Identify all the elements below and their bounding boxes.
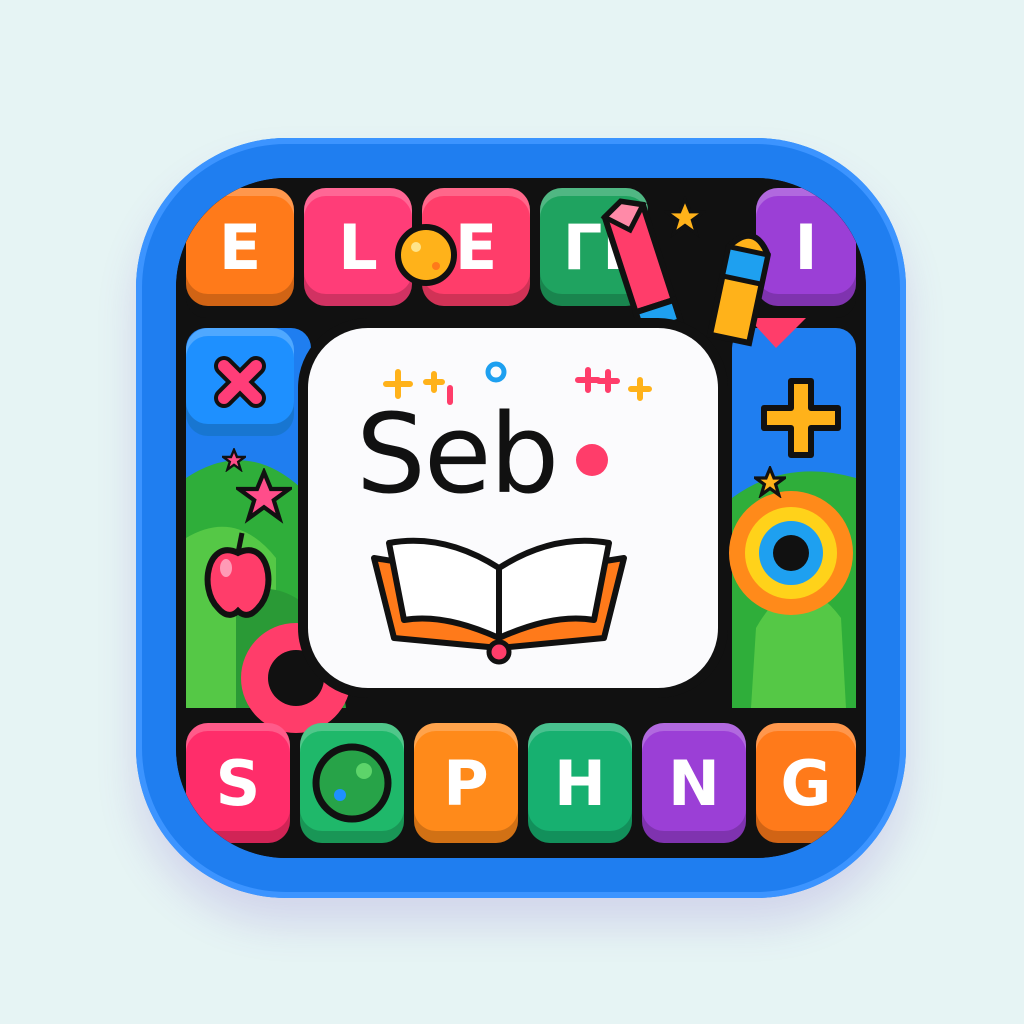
tile-bottom-1[interactable]: S [186,723,290,843]
tile-bottom-5[interactable]: N [642,723,746,843]
tile-bottom-1-letter: S [215,746,261,820]
globe-icon [312,743,392,823]
plus-icon [761,378,841,458]
logo-card[interactable]: Seb [308,328,718,688]
ball-icon [395,224,457,286]
app-icon-inner: E L E ГІ I Seb S P H N G [176,178,866,858]
tile-top-1[interactable]: E [186,188,294,306]
tile-bottom-6-letter: G [780,746,832,820]
close-icon [214,356,266,408]
tile-top-2-letter: L [338,210,378,284]
dot-icon [576,444,608,476]
tile-bottom-2[interactable] [300,723,404,843]
apple-icon [204,532,272,618]
tile-top-5-letter: I [794,210,818,284]
star-icon [222,448,246,472]
app-icon[interactable]: E L E ГІ I Seb S P H N G [136,138,906,898]
tile-bottom-4-letter: H [554,746,606,820]
crayon-icon [706,232,771,347]
rainbow-ring [729,491,853,615]
tile-bottom-3[interactable]: P [414,723,518,843]
tile-bottom-5-letter: N [668,746,720,820]
tile-top-1-letter: E [218,210,262,284]
star-icon [664,196,706,238]
tile-bottom-3-letter: P [443,746,489,820]
open-book-icon [371,537,627,665]
star-icon [236,468,292,524]
close-tile[interactable] [186,328,294,436]
tile-bottom-4[interactable]: H [528,723,632,843]
tile-top-3-letter: E [454,210,498,284]
tile-bottom-6[interactable]: G [756,723,856,843]
sparkles-decoration [383,361,652,405]
star-icon [754,466,786,498]
